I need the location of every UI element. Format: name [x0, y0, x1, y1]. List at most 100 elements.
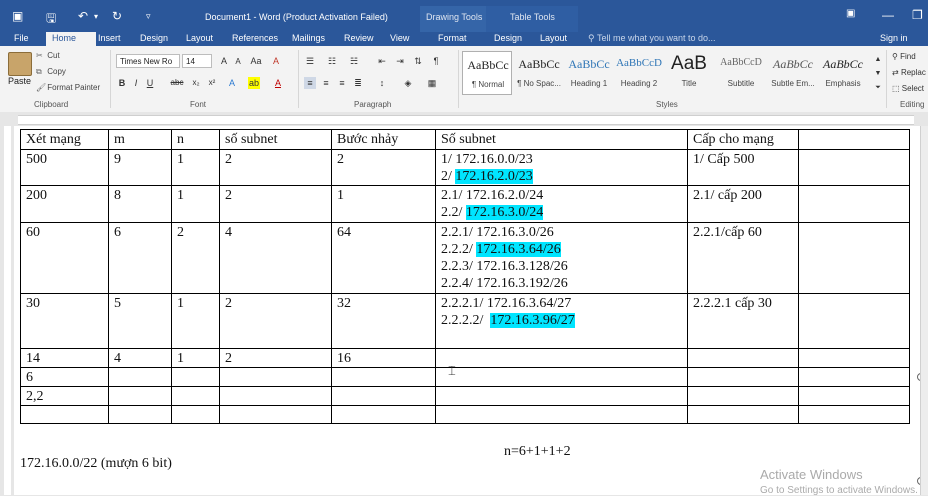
- styles-scroll-down-icon[interactable]: ▼: [872, 68, 884, 80]
- tab-file[interactable]: File: [8, 32, 35, 46]
- restore-icon[interactable]: ❐: [912, 8, 923, 22]
- table-header-cell[interactable]: Xét mạng: [20, 129, 109, 150]
- table-cell[interactable]: [798, 348, 910, 368]
- line-spacing-icon[interactable]: ↕: [376, 77, 388, 89]
- table-cell[interactable]: [171, 367, 220, 387]
- table-cell[interactable]: 30: [20, 293, 109, 349]
- horizontal-ruler[interactable]: [0, 112, 928, 126]
- table-header-cell[interactable]: n: [171, 129, 220, 150]
- strikethrough-icon[interactable]: abc: [168, 77, 186, 89]
- table-header-cell[interactable]: m: [108, 129, 172, 150]
- subnet-list-cell[interactable]: 2.2.2.1/ 172.16.3.64/27 2.2.2.2/ 172.16.…: [435, 293, 688, 349]
- paste-button[interactable]: Paste: [8, 76, 31, 86]
- table-cell[interactable]: 2: [219, 185, 332, 223]
- table-cell[interactable]: 2,2: [20, 386, 109, 406]
- table-cell[interactable]: 5: [108, 293, 172, 349]
- tab-layout[interactable]: Layout: [180, 32, 219, 46]
- superscript-icon[interactable]: x²: [206, 77, 218, 89]
- subnet-list-cell[interactable]: 1/ 172.16.0.0/23 2/ 172.16.2.0/23: [435, 149, 688, 186]
- undo-dropdown-icon[interactable]: ▾: [94, 12, 98, 21]
- style-no-spacing[interactable]: AaBbCc ¶ No Spac...: [514, 51, 564, 95]
- clear-formatting-icon[interactable]: A: [270, 55, 282, 67]
- format-painter-button[interactable]: 🖌 Format Painter: [36, 83, 100, 92]
- table-cell[interactable]: 1: [171, 348, 220, 368]
- subscript-icon[interactable]: x₂: [190, 77, 202, 89]
- select-button[interactable]: ⬚ Select: [892, 84, 924, 93]
- subnet-list-cell[interactable]: [435, 405, 688, 424]
- tab-table-design[interactable]: Design: [488, 32, 528, 46]
- table-cell[interactable]: 8: [108, 185, 172, 223]
- table-cell[interactable]: 1: [171, 185, 220, 223]
- shading-icon[interactable]: ◈: [402, 77, 414, 89]
- ribbon-display-options-icon[interactable]: ▣: [846, 8, 855, 19]
- highlight-color-icon[interactable]: ab: [248, 77, 260, 89]
- table-cell[interactable]: [798, 386, 910, 406]
- cut-button[interactable]: ✂ Cut: [36, 51, 60, 60]
- style-normal[interactable]: AaBbCc ¶ Normal: [462, 51, 512, 95]
- shrink-font-icon[interactable]: A: [232, 56, 244, 68]
- styles-scroll-up-icon[interactable]: ▲: [872, 54, 884, 66]
- vertical-scrollbar[interactable]: [920, 126, 928, 495]
- table-cell[interactable]: 2: [219, 149, 332, 186]
- table-cell[interactable]: [171, 405, 220, 424]
- table-cell[interactable]: [331, 405, 436, 424]
- save-icon[interactable]: 🖫: [46, 9, 56, 30]
- table-cell[interactable]: 16: [331, 348, 436, 368]
- table-cell[interactable]: 1: [171, 293, 220, 349]
- styles-more-icon[interactable]: ⏷: [872, 82, 884, 94]
- change-case-icon[interactable]: Aa: [250, 55, 262, 67]
- assign-cell[interactable]: [687, 386, 799, 406]
- numbering-icon[interactable]: ☷: [326, 55, 338, 67]
- style-subtitle[interactable]: AaBbCcD Subtitle: [716, 51, 766, 95]
- table-header-cell[interactable]: Số subnet: [435, 129, 688, 150]
- table-cell[interactable]: [331, 386, 436, 406]
- undo-icon[interactable]: ↶: [78, 9, 88, 23]
- tab-format[interactable]: Format: [432, 32, 473, 46]
- style-emphasis[interactable]: AaBbCc Emphasis: [818, 51, 868, 95]
- multilevel-list-icon[interactable]: ☵: [348, 55, 360, 67]
- table-cell[interactable]: [798, 367, 910, 387]
- table-cell[interactable]: 200: [20, 185, 109, 223]
- redo-icon[interactable]: ↻: [112, 9, 122, 23]
- minimize-icon[interactable]: —: [882, 8, 894, 22]
- table-cell[interactable]: [108, 405, 172, 424]
- table-header-cell[interactable]: số subnet: [219, 129, 332, 150]
- table-cell[interactable]: [798, 293, 910, 349]
- customize-quick-access-icon[interactable]: ▿: [146, 11, 151, 22]
- table-cell[interactable]: [798, 149, 910, 186]
- copy-button[interactable]: ⧉ Copy: [36, 67, 66, 77]
- table-cell[interactable]: 2: [171, 222, 220, 294]
- subnet-list-cell[interactable]: [435, 386, 688, 406]
- table-cell[interactable]: 2: [331, 149, 436, 186]
- table-cell[interactable]: 500: [20, 149, 109, 186]
- subnet-table[interactable]: Xét mạng m n số subnet Bước nhảy Số subn…: [20, 129, 910, 424]
- table-header-cell[interactable]: Bước nhảy: [331, 129, 436, 150]
- assign-cell[interactable]: 2.2.1/cấp 60: [687, 222, 799, 294]
- show-formatting-icon[interactable]: ¶: [430, 55, 442, 67]
- text-effects-icon[interactable]: A: [226, 77, 238, 89]
- bullets-icon[interactable]: ☰: [304, 55, 316, 67]
- tab-view[interactable]: View: [384, 32, 415, 46]
- table-cell[interactable]: [171, 386, 220, 406]
- table-cell[interactable]: [108, 367, 172, 387]
- align-right-icon[interactable]: ≡: [336, 77, 348, 89]
- font-color-icon[interactable]: A: [272, 77, 284, 89]
- table-cell[interactable]: 1: [331, 185, 436, 223]
- assign-cell[interactable]: [687, 405, 799, 424]
- replace-button[interactable]: ⇄ Replac: [892, 68, 926, 77]
- sort-icon[interactable]: ⇅: [412, 55, 424, 67]
- vertical-ruler[interactable]: [0, 126, 14, 495]
- tab-home[interactable]: Home: [46, 32, 96, 46]
- paste-icon[interactable]: [8, 52, 32, 76]
- table-cell[interactable]: 60: [20, 222, 109, 294]
- document-page[interactable]: Xét mạng m n số subnet Bước nhảy Số subn…: [14, 126, 920, 495]
- justify-icon[interactable]: ≣: [352, 77, 364, 89]
- tell-me-box[interactable]: ⚲ Tell me what you want to do...: [588, 32, 716, 46]
- table-cell[interactable]: 2: [219, 293, 332, 349]
- table-cell[interactable]: 2: [219, 348, 332, 368]
- assign-cell[interactable]: [687, 367, 799, 387]
- table-cell[interactable]: 1: [171, 149, 220, 186]
- underline-icon[interactable]: U: [144, 77, 156, 89]
- table-header-cell[interactable]: Cấp cho mạng: [687, 129, 799, 150]
- subnet-list-cell[interactable]: 2.2.1/ 172.16.3.0/26 2.2.2/ 172.16.3.64/…: [435, 222, 688, 294]
